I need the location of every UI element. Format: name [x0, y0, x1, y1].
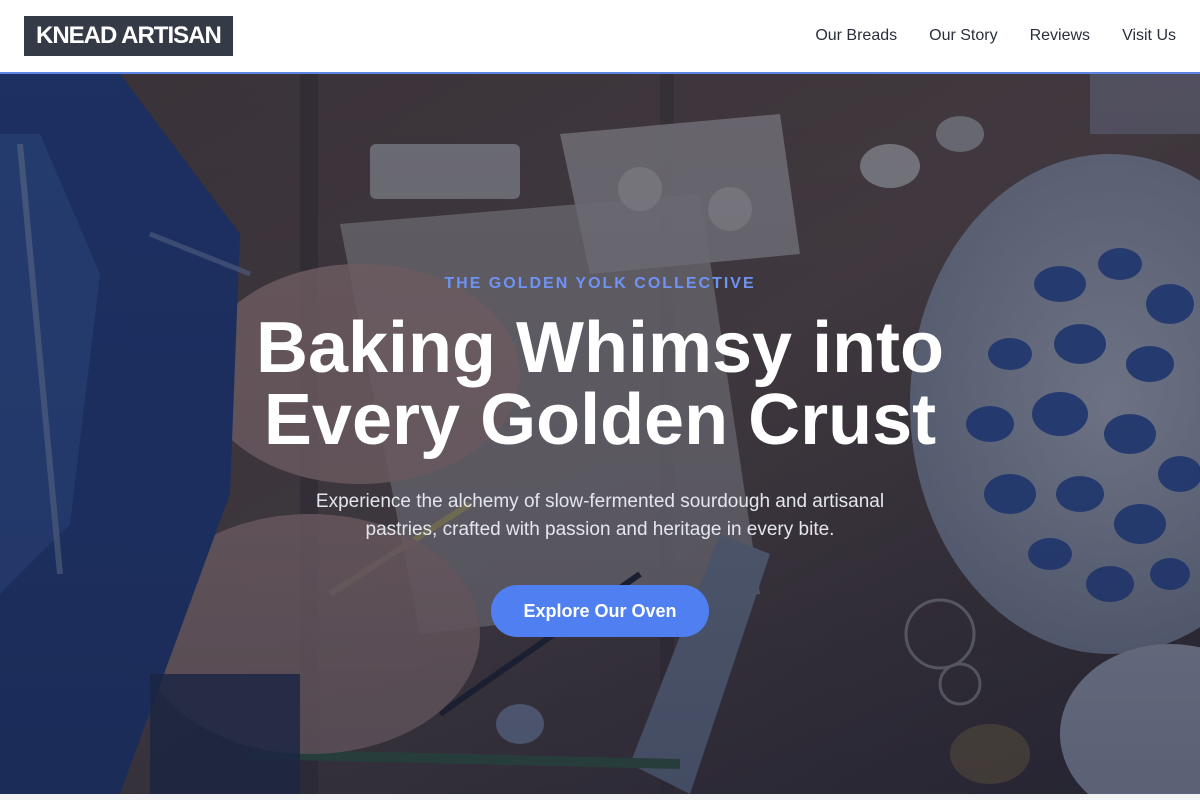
hero-content: THE GOLDEN YOLK COLLECTIVE Baking Whimsy…	[0, 74, 1200, 794]
hero-eyebrow: THE GOLDEN YOLK COLLECTIVE	[444, 275, 756, 292]
main-nav: Our Breads Our Story Reviews Visit Us	[815, 27, 1176, 45]
hero-subtext: Experience the alchemy of slow-fermented…	[315, 491, 885, 540]
site-logo[interactable]: KNEAD ARTISAN	[24, 16, 233, 56]
nav-link-visit-us[interactable]: Visit Us	[1122, 27, 1176, 45]
hero-section: THE GOLDEN YOLK COLLECTIVE Baking Whimsy…	[0, 74, 1200, 794]
section-divider	[0, 794, 1200, 800]
nav-link-our-story[interactable]: Our Story	[929, 27, 997, 45]
hero-headline: Baking Whimsy into Every Golden Crust	[255, 308, 945, 460]
explore-oven-button[interactable]: Explore Our Oven	[491, 585, 709, 637]
nav-link-our-breads[interactable]: Our Breads	[815, 27, 897, 45]
nav-link-reviews[interactable]: Reviews	[1030, 27, 1090, 45]
site-header: KNEAD ARTISAN Our Breads Our Story Revie…	[0, 0, 1200, 74]
